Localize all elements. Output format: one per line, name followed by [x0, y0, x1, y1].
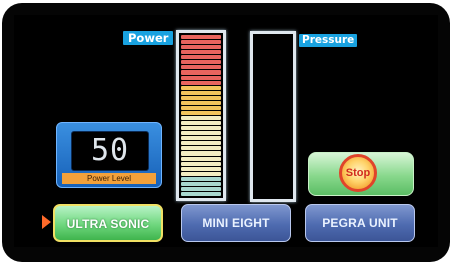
- power-segment: [181, 45, 221, 50]
- pressure-label: Pressure: [299, 34, 358, 47]
- pressure-segment: [255, 178, 291, 182]
- pressure-segment: [255, 173, 291, 177]
- power-segment: [181, 95, 221, 100]
- power-gauge: [176, 30, 226, 201]
- power-segment: [181, 136, 221, 141]
- power-level-value: 50: [90, 133, 130, 168]
- pressure-segment: [255, 112, 291, 116]
- power-segment: [181, 110, 221, 115]
- pressure-segment: [255, 41, 291, 45]
- pressure-segment: [255, 122, 291, 126]
- power-segment: [181, 116, 221, 121]
- power-segment: [181, 151, 221, 156]
- pressure-segments: [255, 36, 291, 197]
- pressure-segment: [255, 147, 291, 151]
- pressure-segment: [255, 66, 291, 70]
- pressure-gauge: [250, 31, 296, 202]
- pressure-segment: [255, 56, 291, 60]
- pressure-segment: [255, 87, 291, 91]
- pressure-segment: [255, 188, 291, 192]
- pressure-segment: [255, 61, 291, 65]
- control-screen: Power Pressure 50 Power Level Stop ULTRA…: [14, 15, 438, 247]
- pressure-segment: [255, 77, 291, 81]
- pegra-unit-button[interactable]: PEGRA UNIT: [305, 204, 415, 242]
- pressure-segment: [255, 107, 291, 111]
- pressure-segment: [255, 193, 291, 197]
- pressure-segment: [255, 158, 291, 162]
- power-segment: [181, 105, 221, 110]
- power-segment: [181, 80, 221, 85]
- pressure-segment: [255, 46, 291, 50]
- selected-mode-arrow-icon: [42, 215, 51, 229]
- power-segment: [181, 85, 221, 90]
- pressure-segment: [255, 71, 291, 75]
- power-segment: [181, 90, 221, 95]
- ultra-sonic-button[interactable]: ULTRA SONIC: [53, 204, 163, 242]
- power-segment: [181, 191, 221, 196]
- power-level-screen: 50: [71, 131, 149, 171]
- power-segment: [181, 40, 221, 45]
- pressure-segment: [255, 152, 291, 156]
- power-segment: [181, 70, 221, 75]
- pressure-segment: [255, 36, 291, 40]
- power-segment: [181, 176, 221, 181]
- device-frame: Power Pressure 50 Power Level Stop ULTRA…: [2, 3, 450, 262]
- power-segment: [181, 60, 221, 65]
- power-segment: [181, 126, 221, 131]
- pressure-segment: [255, 117, 291, 121]
- power-segment: [181, 161, 221, 166]
- power-segment: [181, 186, 221, 191]
- pressure-segment: [255, 92, 291, 96]
- power-label: Power: [123, 31, 174, 45]
- pressure-segment: [255, 82, 291, 86]
- pressure-segment: [255, 137, 291, 141]
- pressure-segment: [255, 97, 291, 101]
- power-segment: [181, 181, 221, 186]
- power-segment: [181, 146, 221, 151]
- mini-eight-button[interactable]: MINI EIGHT: [181, 204, 291, 242]
- power-segment: [181, 141, 221, 146]
- power-level-caption: Power Level: [62, 173, 156, 184]
- power-segment: [181, 35, 221, 40]
- power-segment: [181, 171, 221, 176]
- pressure-segment: [255, 142, 291, 146]
- pressure-segment: [255, 132, 291, 136]
- pressure-segment: [255, 127, 291, 131]
- power-segment: [181, 55, 221, 60]
- power-segment: [181, 50, 221, 55]
- pressure-segment: [255, 102, 291, 106]
- power-segments: [181, 35, 221, 196]
- pressure-segment: [255, 168, 291, 172]
- pressure-segment: [255, 163, 291, 167]
- power-segment: [181, 65, 221, 70]
- power-segment: [181, 75, 221, 80]
- stop-button[interactable]: Stop: [339, 154, 377, 192]
- power-segment: [181, 156, 221, 161]
- power-segment: [181, 166, 221, 171]
- power-segment: [181, 131, 221, 136]
- power-segment: [181, 121, 221, 126]
- stop-panel[interactable]: Stop: [308, 152, 414, 196]
- power-segment: [181, 100, 221, 105]
- power-level-display[interactable]: 50 Power Level: [56, 122, 162, 188]
- pressure-segment: [255, 51, 291, 55]
- pressure-segment: [255, 183, 291, 187]
